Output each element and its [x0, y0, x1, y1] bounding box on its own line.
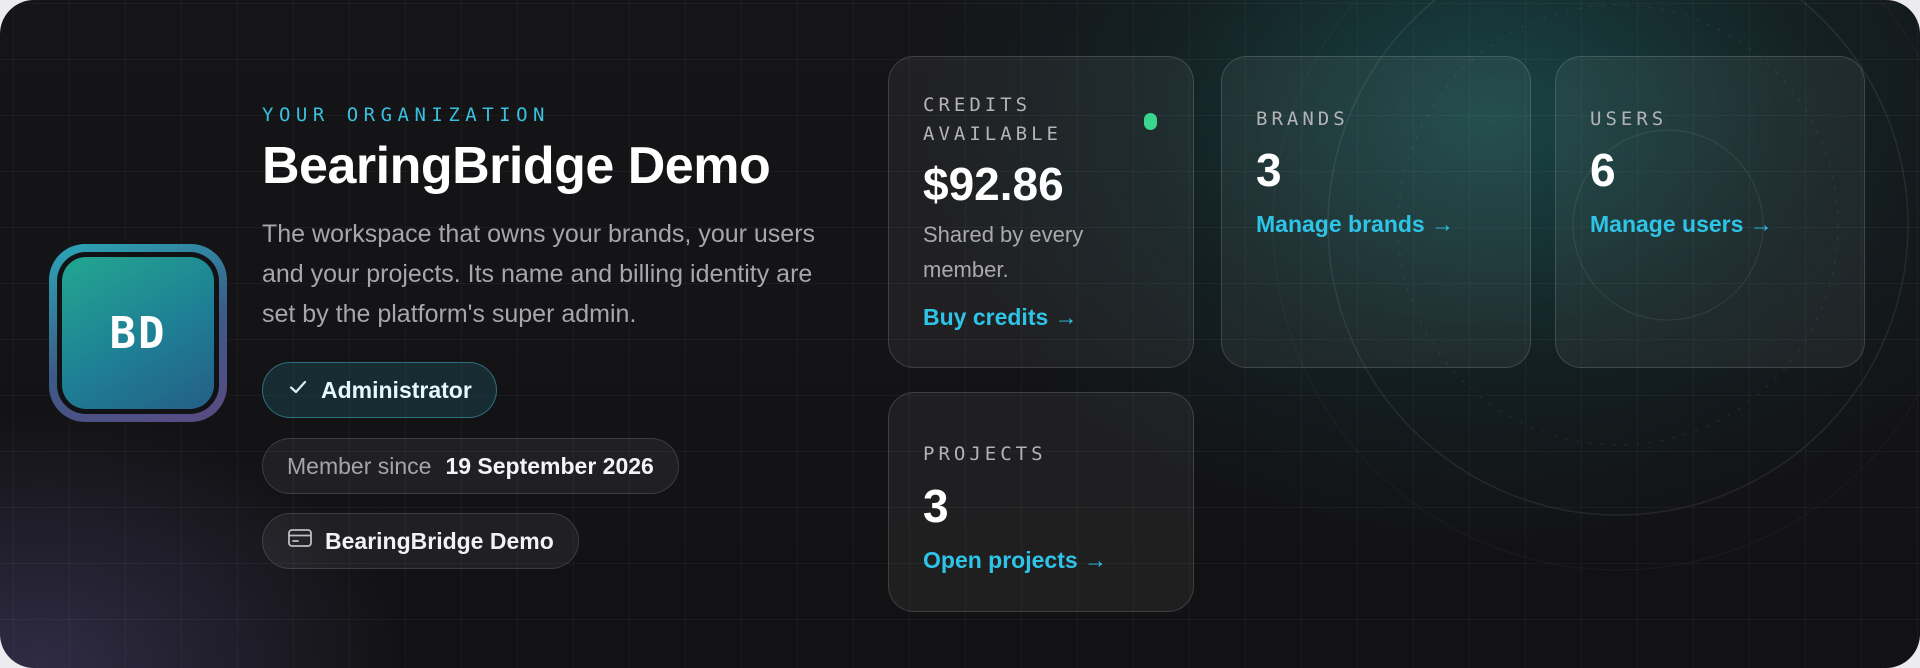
member-since-label: Member since: [287, 452, 432, 479]
org-eyebrow: YOUR ORGANIZATION: [262, 104, 550, 126]
manage-brands-link[interactable]: Manage brands →: [1256, 211, 1454, 238]
projects-value: 3: [923, 480, 949, 532]
billing-identity-badge: BearingBridge Demo: [262, 513, 579, 569]
role-badge: Administrator: [262, 362, 497, 418]
users-label: USERS: [1590, 108, 1668, 130]
brands-value: 3: [1256, 144, 1282, 196]
org-avatar: BD: [62, 257, 214, 409]
credits-value: $92.86: [923, 158, 1064, 210]
projects-card: PROJECTS 3 Open projects →: [888, 392, 1194, 612]
users-value: 6: [1590, 144, 1616, 196]
member-since-value: 19 September 2026: [445, 452, 654, 479]
billing-name: BearingBridge Demo: [325, 527, 554, 554]
organization-hero-panel: BD YOUR ORGANIZATION BearingBridge Demo …: [0, 0, 1920, 668]
buy-credits-link[interactable]: Buy credits →: [923, 304, 1078, 331]
status-dot: [1144, 113, 1157, 130]
brands-card: BRANDS 3 Manage brands →: [1221, 56, 1531, 368]
brands-label: BRANDS: [1256, 108, 1349, 130]
org-description: The workspace that owns your brands, you…: [262, 220, 816, 328]
credit-card-icon: [287, 527, 313, 555]
open-projects-link[interactable]: Open projects →: [923, 547, 1107, 574]
projects-label: PROJECTS: [923, 443, 1047, 465]
credits-label: CREDITS AVAILABLE: [923, 94, 1062, 145]
users-card: USERS 6 Manage users →: [1555, 56, 1865, 368]
manage-users-link[interactable]: Manage users →: [1590, 211, 1773, 238]
org-title: BearingBridge Demo: [262, 137, 771, 195]
check-icon: [287, 376, 309, 404]
credits-subtext: Shared by every member.: [923, 222, 1084, 282]
member-since-badge: Member since 19 September 2026: [262, 438, 679, 494]
credits-card: CREDITS AVAILABLE $92.86 Shared by every…: [888, 56, 1194, 368]
role-label: Administrator: [321, 376, 472, 403]
